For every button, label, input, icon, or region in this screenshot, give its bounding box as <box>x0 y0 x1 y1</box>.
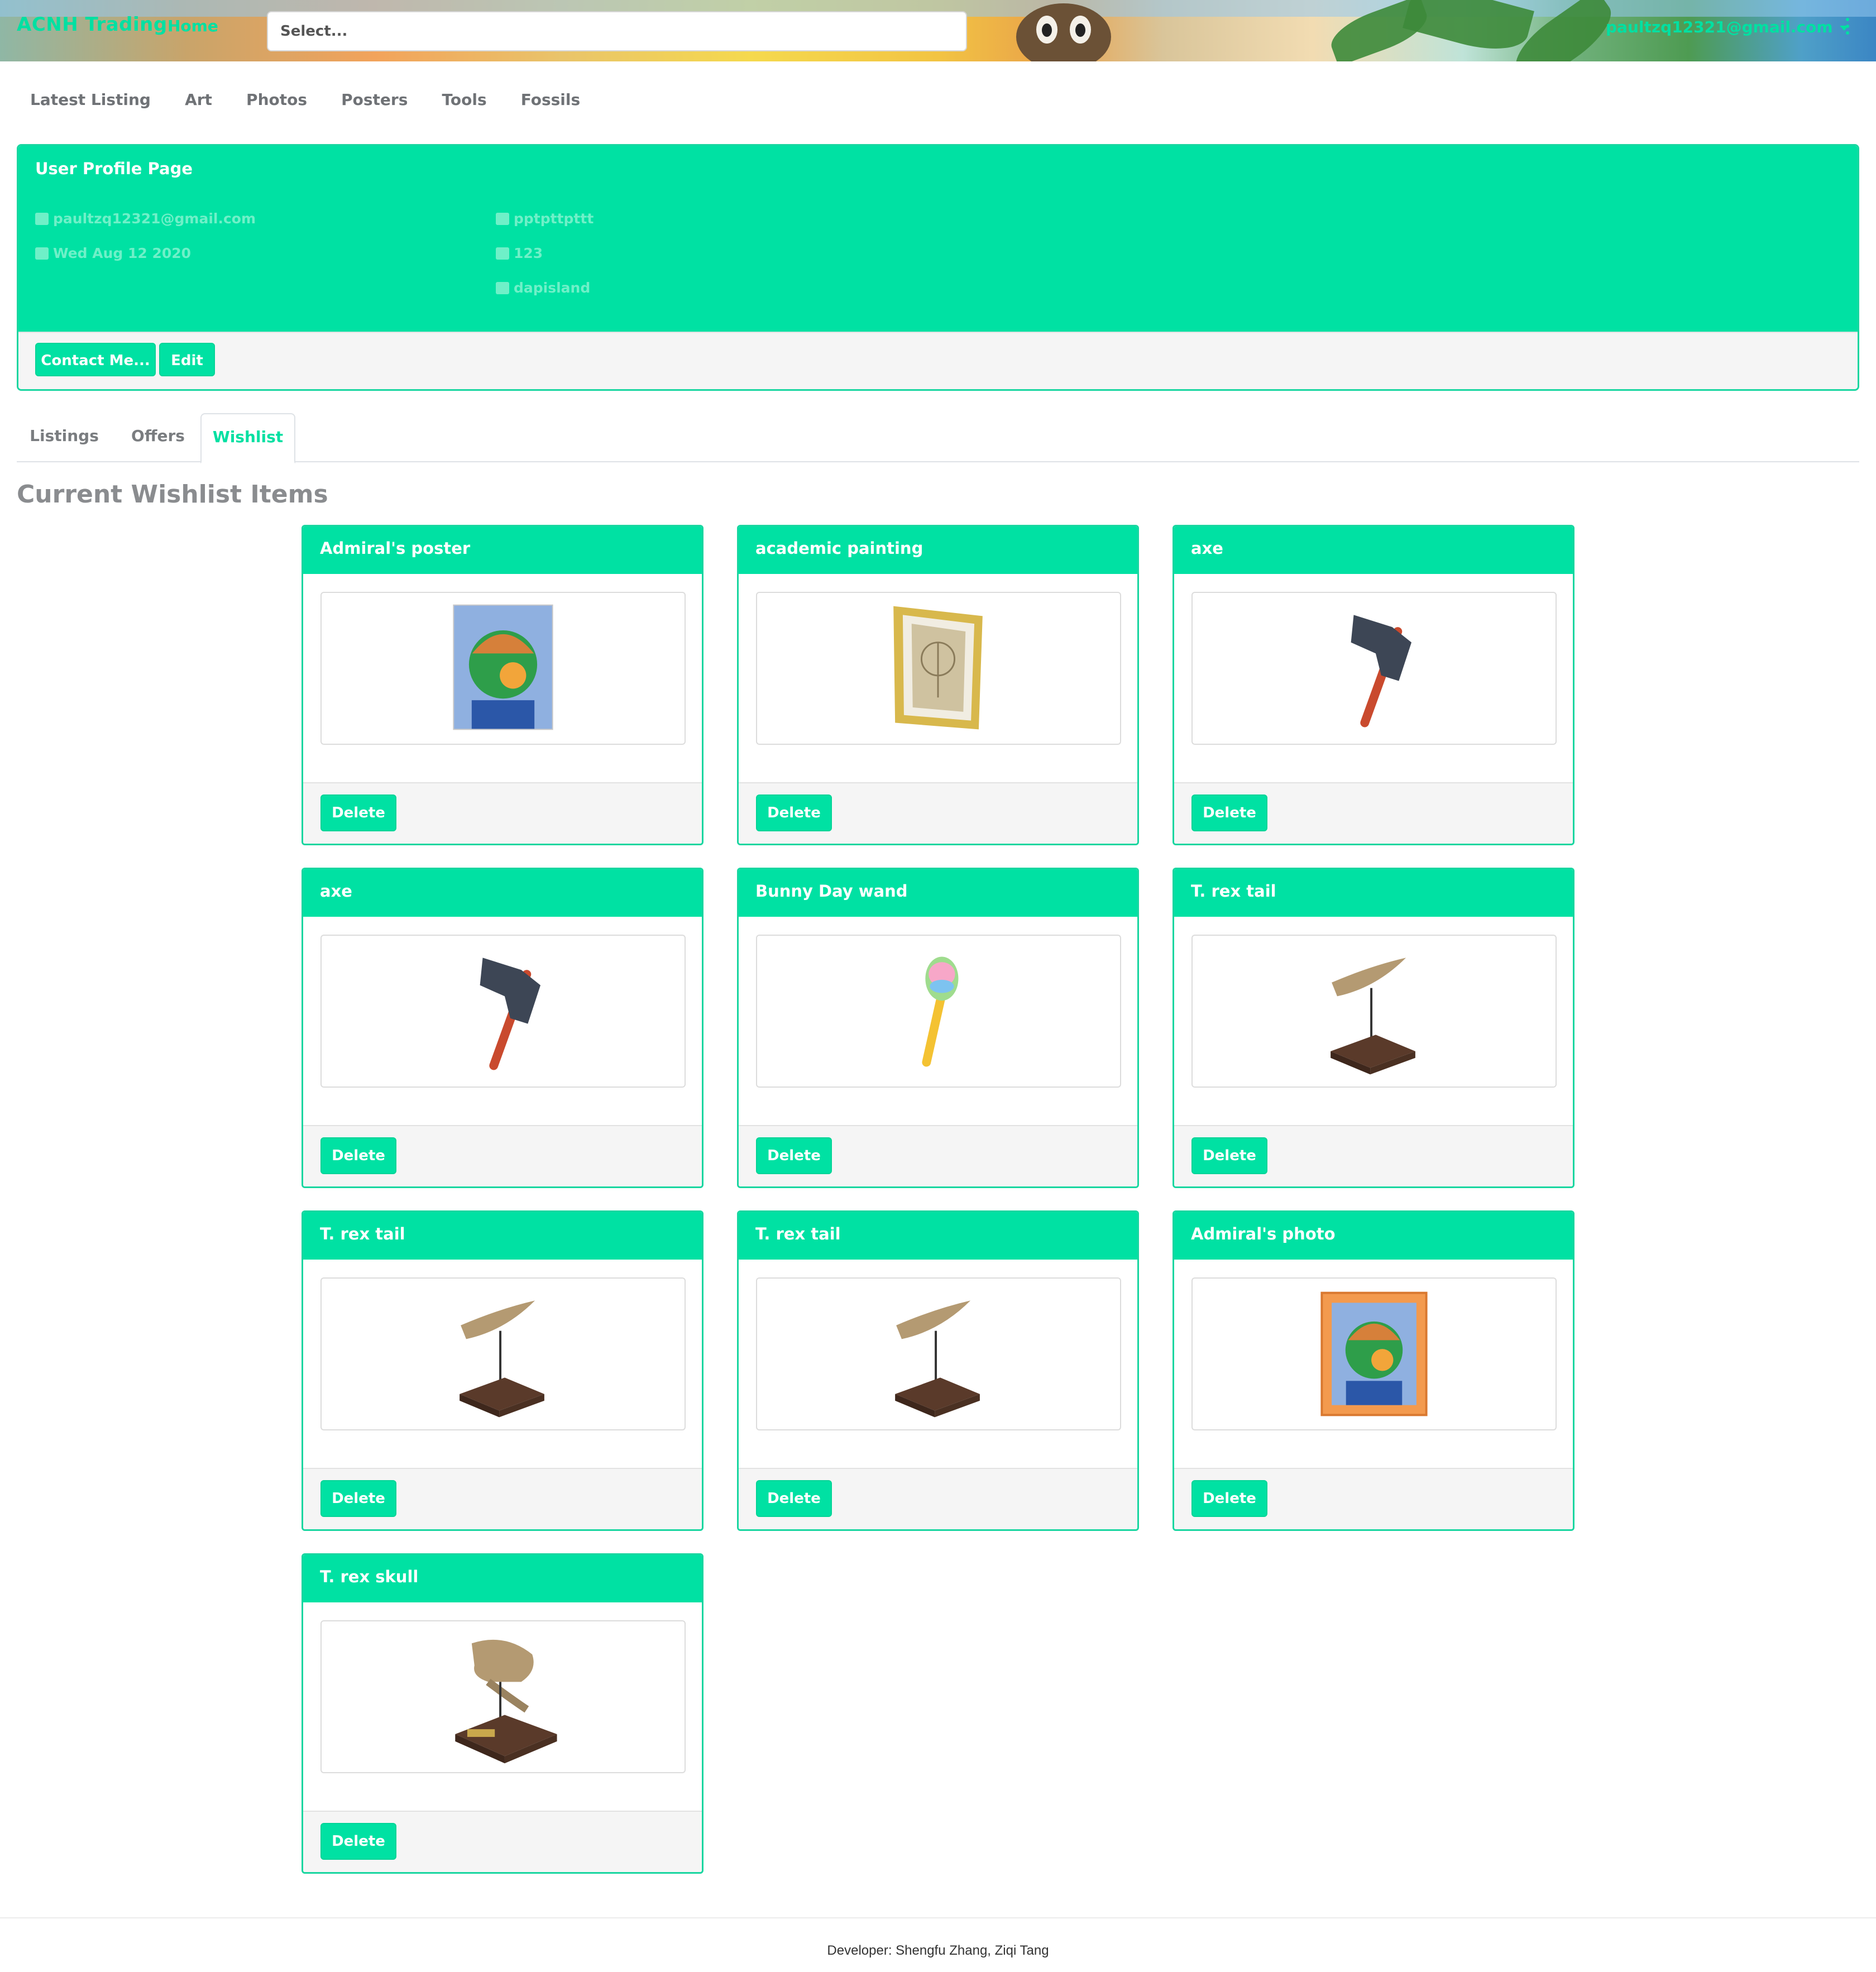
admiral-poster-image <box>320 592 686 745</box>
delete-button[interactable]: Delete <box>320 794 396 831</box>
wishlist-item-card: axe Delete <box>1172 525 1574 845</box>
delete-button[interactable]: Delete <box>1191 1137 1267 1174</box>
top-navbar: ACNH Trading Home Select... paultzq12321… <box>0 0 1876 61</box>
profile-username: pptpttpttt <box>496 210 594 227</box>
item-name: axe <box>320 882 352 901</box>
section-title: Current Wishlist Items <box>17 480 328 509</box>
item-name: Admiral's photo <box>1191 1224 1336 1243</box>
nav-latest-listing[interactable]: Latest Listing <box>30 90 151 109</box>
item-name: T. rex tail <box>1191 882 1276 901</box>
profile-card: User Profile Page paultzq12321@gmail.com… <box>17 144 1859 391</box>
admiral-photo-image <box>1191 1277 1557 1430</box>
delete-button[interactable]: Delete <box>756 1480 832 1517</box>
developer-credit: Developer: Shengfu Zhang, Ziqi Tang <box>827 1943 1049 1958</box>
item-name: Admiral's poster <box>320 539 471 558</box>
bunny-day-wand-image <box>756 935 1121 1088</box>
academic-painting-image <box>756 592 1121 745</box>
wishlist-item-card: T. rex tail Delete <box>737 1210 1139 1531</box>
footer-divider <box>0 1917 1876 1918</box>
nav-art[interactable]: Art <box>185 90 212 109</box>
delete-button[interactable]: Delete <box>756 794 832 831</box>
profile-tabs: Listings Offers Wishlist <box>17 413 1859 463</box>
item-name: axe <box>1191 539 1223 558</box>
wishlist-item-card: Admiral's photo Delete <box>1172 1210 1574 1531</box>
axe-image <box>320 935 686 1088</box>
id-card-icon <box>496 247 509 260</box>
island-icon <box>496 282 509 294</box>
t-rex-tail-image <box>320 1277 686 1430</box>
item-name: Bunny Day wand <box>755 882 908 901</box>
edit-profile-button[interactable]: Edit <box>159 343 215 376</box>
delete-button[interactable]: Delete <box>1191 794 1267 831</box>
tab-listings[interactable]: Listings <box>17 413 112 462</box>
wishlist-item-card: T. rex skull Delete <box>302 1553 704 1874</box>
profile-email: paultzq12321@gmail.com <box>35 210 256 227</box>
user-email: paultzq12321@gmail.com <box>1606 18 1833 36</box>
nav-home-link[interactable]: Home <box>168 17 218 35</box>
axe-image <box>1191 592 1557 745</box>
t-rex-skull-image <box>320 1620 686 1773</box>
brand-logo[interactable]: ACNH Trading <box>17 13 168 36</box>
profile-island: dapisland <box>496 280 590 296</box>
nav-photos[interactable]: Photos <box>246 90 307 109</box>
profile-date: Wed Aug 12 2020 <box>35 245 191 261</box>
t-rex-tail-image <box>1191 935 1557 1088</box>
user-icon <box>496 213 509 225</box>
t-rex-tail-image <box>756 1277 1121 1430</box>
envelope-icon <box>35 213 49 225</box>
delete-button[interactable]: Delete <box>320 1480 396 1517</box>
tab-offers[interactable]: Offers <box>112 413 204 462</box>
profile-code: 123 <box>496 245 543 261</box>
wishlist-item-card: Bunny Day wand Delete <box>737 868 1139 1188</box>
nav-fossils[interactable]: Fossils <box>521 90 580 109</box>
delete-button[interactable]: Delete <box>756 1137 832 1174</box>
calendar-icon <box>35 247 49 260</box>
delete-button[interactable]: Delete <box>1191 1480 1267 1517</box>
contact-me-button[interactable]: Contact Me... <box>35 343 156 376</box>
item-name: T. rex skull <box>320 1567 419 1586</box>
nav-tools[interactable]: Tools <box>442 90 487 109</box>
profile-title: User Profile Page <box>35 159 193 178</box>
item-name: T. rex tail <box>320 1224 405 1243</box>
category-nav: Latest Listing Art Photos Posters Tools … <box>30 90 611 109</box>
palm-leaf-decoration <box>1403 0 1534 60</box>
nav-posters[interactable]: Posters <box>341 90 408 109</box>
item-name: academic painting <box>755 539 923 558</box>
wishlist-item-card: axe Delete <box>302 868 704 1188</box>
search-select[interactable]: Select... <box>267 11 967 51</box>
wishlist-item-card: T. rex tail Delete <box>302 1210 704 1531</box>
wishlist-item-card: academic painting Delete <box>737 525 1139 845</box>
wishlist-item-card: T. rex tail Delete <box>1172 868 1574 1188</box>
kebab-menu-icon[interactable] <box>1844 18 1851 37</box>
wishlist-item-card: Admiral's poster Delete <box>302 525 704 845</box>
delete-button[interactable]: Delete <box>320 1823 396 1860</box>
item-name: T. rex tail <box>755 1224 841 1243</box>
tab-wishlist[interactable]: Wishlist <box>200 413 295 463</box>
user-dropdown[interactable]: paultzq12321@gmail.com <box>1606 18 1849 36</box>
delete-button[interactable]: Delete <box>320 1137 396 1174</box>
